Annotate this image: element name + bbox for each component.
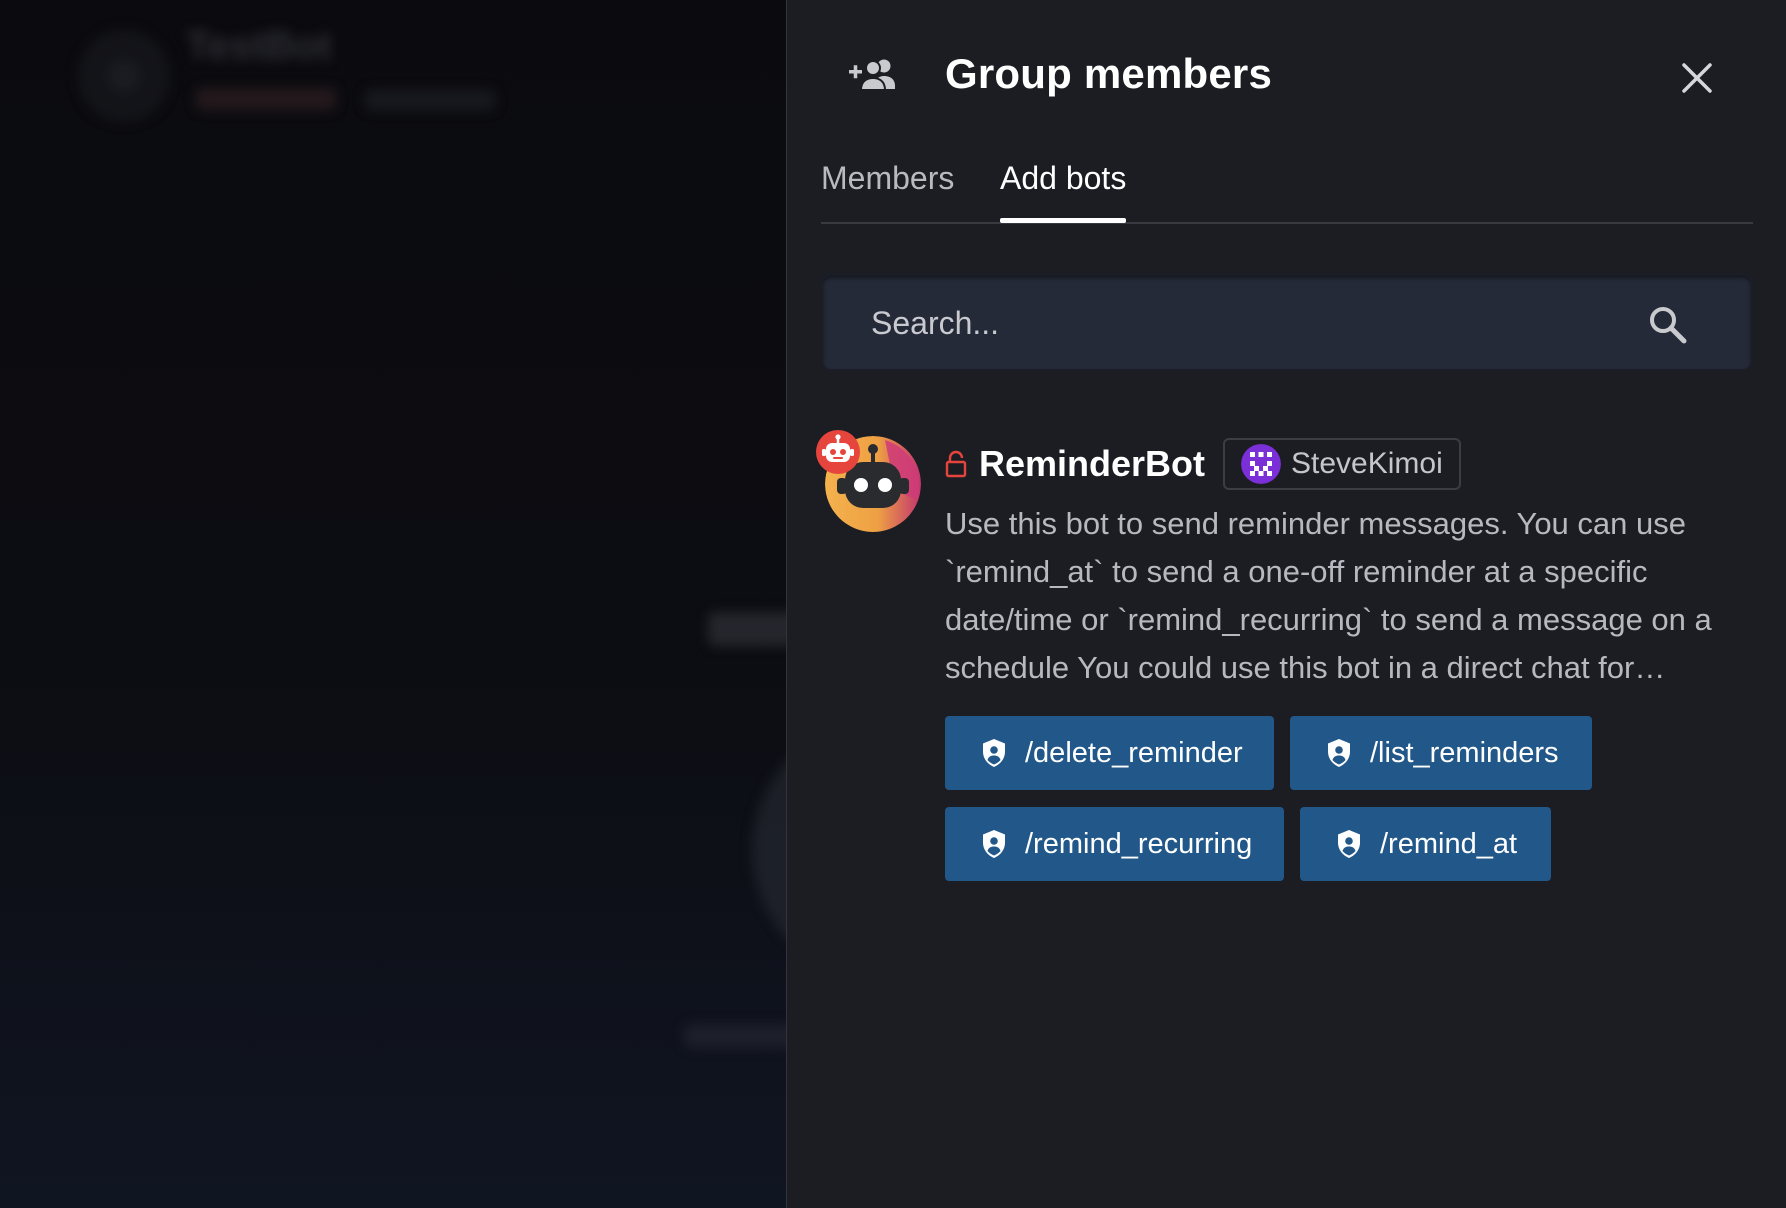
background-chat[interactable]: TestBot <box>0 0 787 1208</box>
bot-card[interactable]: ReminderBot SteveKimoi Use this bot to s… <box>816 428 1753 888</box>
chat-title: TestBot <box>186 24 332 68</box>
command-label: /list_reminders <box>1370 736 1559 769</box>
shield-user-icon <box>1328 739 1350 767</box>
lock-open-icon <box>945 450 967 478</box>
chat-status-placeholder <box>196 88 336 110</box>
bot-name-row: ReminderBot SteveKimoi <box>945 436 1461 492</box>
shield-user-icon <box>983 739 1005 767</box>
chat-illustration-placeholder <box>752 720 787 980</box>
bot-description: Use this bot to send reminder messages. … <box>945 506 1712 685</box>
background-chat-blurred-content: TestBot <box>0 0 787 1208</box>
robot-icon <box>816 430 860 474</box>
chat-avatar <box>78 30 170 122</box>
bot-name[interactable]: ReminderBot <box>979 443 1205 485</box>
group-members-panel: Group members Members Add bots Search...… <box>786 0 1786 1208</box>
search-icon[interactable] <box>1647 304 1689 346</box>
command-button-delete-reminder[interactable]: /delete_reminder <box>945 716 1274 790</box>
tab-add-bots[interactable]: Add bots <box>1000 160 1126 215</box>
shield-user-icon <box>983 830 1005 858</box>
shield-user-icon <box>1338 830 1360 858</box>
panel-header: Group members <box>787 0 1786 150</box>
chat-members-placeholder <box>365 90 495 110</box>
panel-title: Group members <box>945 50 1273 97</box>
search-input[interactable] <box>869 297 1633 349</box>
close-icon[interactable] <box>1675 56 1719 100</box>
command-label: /remind_recurring <box>1025 827 1253 860</box>
active-tab-indicator <box>1000 218 1126 223</box>
command-label: /remind_at <box>1380 827 1518 860</box>
command-label: /delete_reminder <box>1025 736 1243 769</box>
add-group-member-icon <box>849 59 895 91</box>
chat-text-placeholder <box>708 612 787 646</box>
search-box[interactable] <box>821 273 1753 371</box>
panel-tabs: Members Add bots <box>821 150 1753 224</box>
command-button-list-reminders[interactable]: /list_reminders <box>1290 716 1592 790</box>
identicon-avatar <box>1241 444 1282 484</box>
owner-name: SteveKimoi <box>1291 447 1443 480</box>
app-root: TestBot Group members Members Add bots S… <box>0 0 1786 1208</box>
command-button-remind-at[interactable]: /remind_at <box>1300 807 1551 881</box>
tab-members[interactable]: Members <box>821 160 954 215</box>
chat-text-placeholder <box>684 1024 787 1048</box>
command-button-remind-recurring[interactable]: /remind_recurring <box>945 807 1284 881</box>
owner-chip[interactable]: SteveKimoi <box>1223 438 1461 490</box>
